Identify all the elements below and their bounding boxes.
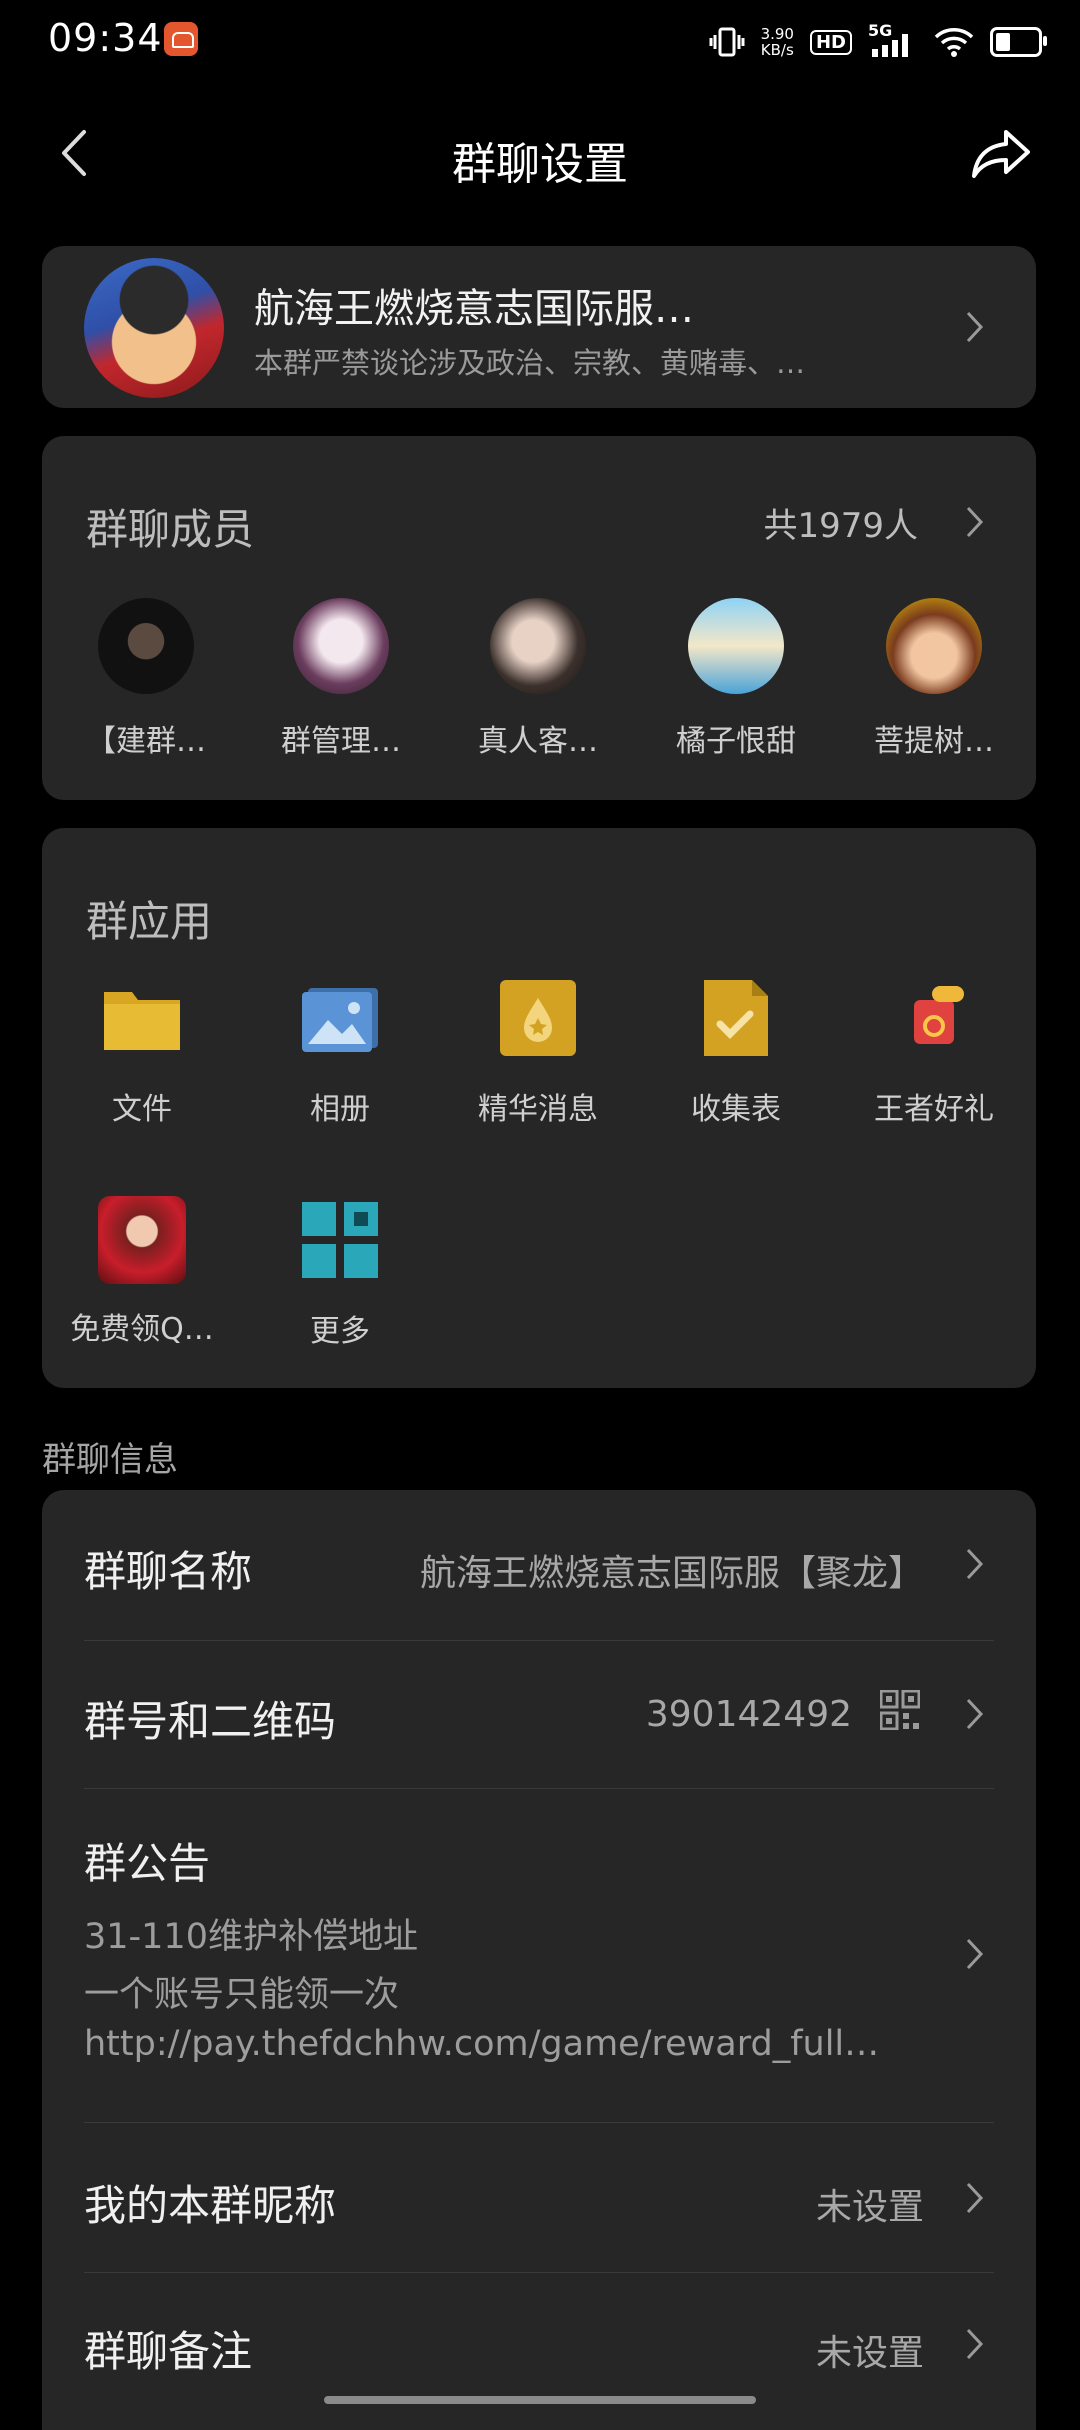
group-profile-card[interactable]: 航海王燃烧意志国际服… 本群严禁谈论涉及政治、宗教、黄赌毒、… — [42, 246, 1036, 408]
member-count[interactable]: 共1979人 — [763, 498, 918, 547]
qr-code-icon — [879, 1689, 921, 1734]
member-avatar — [98, 598, 194, 694]
group-remark-label: 群聊备注 — [84, 2327, 253, 2376]
member-name: 真人客… — [478, 724, 598, 759]
gift-icon — [894, 978, 974, 1058]
group-name: 航海王燃烧意志国际服… — [254, 286, 694, 332]
top-nav: 群聊设置 — [0, 110, 1080, 200]
group-apps-card: 群应用 文件 相册 精华消息 收集表 王者好礼 免费领Q… 更多 — [42, 828, 1036, 1388]
member-avatar — [293, 598, 389, 694]
vibrate-icon — [709, 27, 745, 57]
signal-icon: 5G — [868, 21, 918, 59]
member-name: 群管理… — [281, 724, 401, 759]
group-remark-value: 未设置 — [815, 2333, 924, 2374]
member-item[interactable]: 【建群… — [56, 598, 236, 760]
group-description: 本群严禁谈论涉及政治、宗教、黄赌毒、… — [254, 346, 806, 380]
member-avatar — [886, 598, 982, 694]
group-notice-row[interactable]: 群公告 31-110维护补偿地址 一个账号只能领一次 http://pay.th… — [42, 1788, 1036, 2122]
apps-title: 群应用 — [86, 897, 213, 946]
my-nickname-label: 我的本群昵称 — [84, 2181, 337, 2230]
group-id-qr-row[interactable]: 群号和二维码 390142492 — [42, 1640, 1036, 1790]
chevron-right-icon — [964, 1694, 986, 1734]
group-name-value: 航海王燃烧意志国际服【聚龙】 — [419, 1553, 924, 1594]
member-name: 菩提树… — [874, 724, 994, 759]
member-item[interactable]: 真人客… — [448, 598, 628, 760]
member-name: 【建群… — [86, 724, 206, 759]
group-avatar — [84, 258, 224, 398]
group-id-value: 390142492 — [645, 1694, 852, 1735]
group-name-row[interactable]: 群聊名称 航海王燃烧意志国际服【聚龙】 — [42, 1490, 1036, 1640]
app-king-gift[interactable]: 王者好礼 — [839, 978, 1029, 1128]
app-collection-form[interactable]: 收集表 — [641, 978, 831, 1128]
chevron-right-icon — [964, 307, 986, 347]
my-nickname-row[interactable]: 我的本群昵称 未设置 — [42, 2122, 1036, 2272]
status-bar: 09:34 3.90 KB/s HD 5G — [0, 0, 1080, 84]
status-icons: 3.90 KB/s HD 5G — [709, 20, 1047, 64]
group-info-card: 群聊名称 航海王燃烧意志国际服【聚龙】 群号和二维码 390142492 群公告… — [42, 1490, 1036, 2430]
app-photo-album[interactable]: 相册 — [245, 978, 435, 1128]
notice-line: 一个账号只能领一次 — [84, 1975, 400, 2015]
app-more[interactable]: 更多 — [245, 1200, 435, 1350]
promo-avatar-icon — [98, 1196, 186, 1284]
member-avatar — [688, 598, 784, 694]
notification-app-icon — [164, 22, 198, 56]
share-arrow-icon — [972, 130, 1030, 178]
app-label: 更多 — [310, 1314, 370, 1349]
app-label: 精华消息 — [478, 1092, 598, 1127]
page-title: 群聊设置 — [452, 139, 628, 190]
members-title: 群聊成员 — [86, 505, 255, 554]
notice-line: 31-110维护补偿地址 — [84, 1917, 418, 1957]
status-time: 09:34 — [48, 16, 163, 60]
chevron-right-icon — [964, 2178, 986, 2218]
app-label: 相册 — [310, 1092, 370, 1127]
folder-icon — [102, 978, 182, 1058]
app-essence-messages[interactable]: 精华消息 — [443, 978, 633, 1128]
collection-form-icon — [696, 978, 776, 1058]
more-grid-icon — [300, 1200, 380, 1280]
hd-badge: HD — [809, 29, 852, 55]
group-notice-label: 群公告 — [84, 1839, 211, 1888]
member-item[interactable]: 橘子恨甜 — [646, 598, 826, 760]
notice-line: http://pay.thefdchhw.com/game/reward_ful… — [84, 2024, 880, 2064]
group-info-section-label: 群聊信息 — [42, 1440, 178, 1480]
chevron-right-icon — [964, 1544, 986, 1584]
my-nickname-value: 未设置 — [815, 2187, 924, 2228]
member-avatar — [490, 598, 586, 694]
group-name-label: 群聊名称 — [84, 1547, 253, 1596]
wifi-icon — [934, 28, 974, 57]
net-speed: 3.90 KB/s — [760, 25, 794, 59]
member-name: 橘子恨甜 — [676, 724, 796, 759]
chevron-right-icon — [964, 1934, 986, 1974]
essence-message-icon — [498, 978, 578, 1058]
group-members-card: 群聊成员 共1979人 【建群… 群管理… 真人客… 橘子恨甜 菩提树… — [42, 436, 1036, 800]
group-id-label: 群号和二维码 — [84, 1697, 337, 1746]
member-item[interactable]: 群管理… — [251, 598, 431, 760]
chevron-right-icon — [964, 502, 986, 542]
app-promo[interactable]: 免费领Q… — [47, 1196, 237, 1348]
photo-album-icon — [300, 978, 380, 1058]
share-button[interactable] — [970, 126, 1032, 182]
member-item[interactable]: 菩提树… — [844, 598, 1024, 760]
chevron-right-icon — [964, 2324, 986, 2364]
app-files[interactable]: 文件 — [47, 978, 237, 1128]
app-label: 王者好礼 — [874, 1092, 994, 1127]
battery-icon — [990, 27, 1047, 57]
app-label: 免费领Q… — [70, 1312, 214, 1347]
home-indicator[interactable] — [324, 2396, 756, 2404]
app-label: 文件 — [112, 1092, 172, 1127]
app-label: 收集表 — [691, 1092, 781, 1127]
